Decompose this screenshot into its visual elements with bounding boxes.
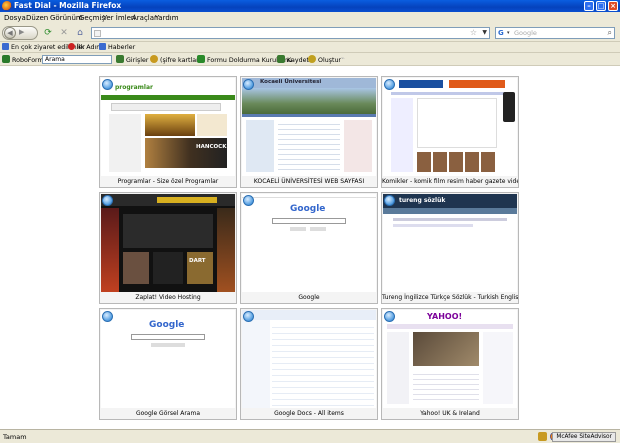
refresh-icon[interactable] bbox=[384, 311, 395, 322]
window-title: Fast Dial - Mozilla Firefox bbox=[14, 1, 122, 10]
passcard-icon bbox=[150, 55, 158, 63]
refresh-icon[interactable] bbox=[384, 79, 395, 90]
firefox-bookmark-icon bbox=[68, 43, 75, 50]
dial-label: Google bbox=[241, 292, 377, 303]
mcafee-siteadvisor-button[interactable]: McAfee SiteAdvisor bbox=[552, 432, 616, 442]
dart-banner: DART bbox=[189, 258, 206, 264]
status-text: Tamam bbox=[3, 433, 27, 441]
tureng-logo: tureng sözlük bbox=[399, 197, 446, 204]
bookmark-star-icon[interactable]: ☆ bbox=[470, 28, 477, 37]
minimize-button[interactable]: – bbox=[584, 1, 594, 11]
programlar-logo: programlar bbox=[115, 84, 153, 91]
dial-label: Google Docs - All items bbox=[241, 408, 377, 419]
roboform-menu[interactable]: RoboForm bbox=[2, 55, 44, 64]
thumbnail-yahoo: YAHOO! bbox=[383, 310, 517, 408]
reload-icon[interactable]: ⟳ bbox=[43, 28, 53, 38]
dial-label: Google Görsel Arama bbox=[100, 408, 236, 419]
refresh-icon[interactable] bbox=[243, 195, 254, 206]
dial-label: Yahoo! UK & Ireland bbox=[382, 408, 518, 419]
google-images-logo: Google bbox=[149, 320, 185, 330]
thumbnail-google-images: Google bbox=[101, 310, 235, 408]
search-icon[interactable]: ⌕ bbox=[608, 28, 612, 38]
thumbnail-komikler bbox=[383, 78, 517, 176]
thumbnail-google-docs bbox=[242, 310, 376, 408]
menu-yardim[interactable]: Yardım bbox=[155, 14, 179, 22]
addon-icon[interactable] bbox=[538, 432, 547, 441]
status-bar: Tamam McAfee SiteAdvisor bbox=[0, 429, 620, 443]
speed-dial-2[interactable]: Kocaeli Üniversitesi KOCAELİ ÜNİVERSİTES… bbox=[240, 76, 378, 188]
refresh-icon[interactable] bbox=[102, 311, 113, 322]
roboform-more-icon[interactable]: ⌁ bbox=[341, 55, 345, 62]
search-placeholder: Google bbox=[514, 29, 537, 37]
firefox-icon bbox=[2, 1, 12, 11]
speed-dial-8[interactable]: Google Docs - All items bbox=[240, 308, 378, 420]
close-button[interactable]: × bbox=[608, 1, 618, 11]
logins-icon bbox=[116, 55, 124, 63]
bookmarks-toolbar: En çok ziyaret edilenler İlk Adım Haberl… bbox=[0, 42, 620, 53]
maximize-button[interactable]: □ bbox=[596, 1, 606, 11]
url-bar[interactable]: ☆ ▼ bbox=[91, 27, 490, 39]
speed-dial-7[interactable]: Google Google Görsel Arama bbox=[99, 308, 237, 420]
speed-dial-6[interactable]: tureng sözlük Tureng İngilizce Türkçe Sö… bbox=[381, 192, 519, 304]
menu-dosya[interactable]: Dosya bbox=[4, 14, 26, 22]
menu-yer-imleri[interactable]: Yer İmleri bbox=[103, 14, 136, 22]
refresh-icon[interactable] bbox=[102, 79, 113, 90]
menu-gorunum[interactable]: Görünüm bbox=[50, 14, 83, 22]
menu-duzen[interactable]: Düzen bbox=[26, 14, 48, 22]
dial-label: Tureng İngilizce Türkçe Sözlük - Turkish… bbox=[382, 292, 518, 303]
rss-icon bbox=[99, 43, 106, 50]
hancock-banner: HANCOCK bbox=[196, 144, 227, 150]
fast-dial-page: programlar HANCOCK Programlar - Size öze… bbox=[0, 66, 620, 429]
save-icon bbox=[277, 55, 285, 63]
title-bar: Fast Dial - Mozilla Firefox – □ × bbox=[0, 0, 620, 12]
thumbnail-google: Google bbox=[242, 194, 376, 292]
menu-bar: Dosya Düzen Görünüm Geçmiş Yer İmleri Ar… bbox=[0, 12, 620, 24]
refresh-icon[interactable] bbox=[243, 79, 254, 90]
google-logo: Google bbox=[290, 204, 326, 214]
menu-gecmis[interactable]: Geçmiş bbox=[79, 14, 105, 22]
roboform-generate[interactable]: Oluştur bbox=[308, 55, 341, 64]
forward-button[interactable]: ▶ bbox=[19, 28, 24, 36]
roboform-logins[interactable]: Girişler ▾ bbox=[116, 55, 154, 64]
thumbnail-programlar: programlar HANCOCK bbox=[101, 78, 235, 176]
speed-dial-4[interactable]: DART Zaplat! Video Hosting bbox=[99, 192, 237, 304]
refresh-icon[interactable] bbox=[384, 195, 395, 206]
site-identity-icon[interactable] bbox=[94, 30, 101, 37]
refresh-icon[interactable] bbox=[243, 311, 254, 322]
speed-dial-1[interactable]: programlar HANCOCK Programlar - Size öze… bbox=[99, 76, 237, 188]
bookmark-news[interactable]: Haberler bbox=[99, 43, 135, 51]
kocaeli-title: Kocaeli Üniversitesi bbox=[260, 79, 322, 85]
speed-dial-9[interactable]: YAHOO! Yahoo! UK & Ireland bbox=[381, 308, 519, 420]
roboform-save[interactable]: Kaydet bbox=[277, 55, 309, 64]
roboform-search-input[interactable]: Arama bbox=[42, 55, 112, 64]
search-input[interactable]: G ▾ Google ⌕ bbox=[495, 27, 615, 39]
speed-dial-3[interactable]: Komikler - komik film resim haber gazete… bbox=[381, 76, 519, 188]
thumbnail-kocaeli: Kocaeli Üniversitesi bbox=[242, 78, 376, 176]
stop-icon[interactable]: ✕ bbox=[59, 28, 69, 38]
fill-forms-icon bbox=[197, 55, 205, 63]
dial-label: Komikler - komik film resim haber gazete… bbox=[382, 176, 518, 187]
dial-label: Programlar - Size özel Programlar bbox=[100, 176, 236, 187]
home-icon[interactable]: ⌂ bbox=[75, 28, 85, 38]
url-dropdown-icon[interactable]: ▼ bbox=[482, 29, 487, 36]
engine-dropdown-icon[interactable]: ▾ bbox=[507, 30, 510, 36]
yahoo-logo: YAHOO! bbox=[427, 312, 463, 321]
dial-label: Zaplat! Video Hosting bbox=[100, 292, 236, 303]
menu-araclar[interactable]: Araçlar bbox=[132, 14, 157, 22]
back-button[interactable]: ◀ bbox=[4, 27, 16, 39]
refresh-icon[interactable] bbox=[102, 195, 113, 206]
navigation-toolbar: ◀ ▶ ⟳ ✕ ⌂ ☆ ▼ G ▾ Google ⌕ bbox=[0, 24, 620, 42]
roboform-passcards[interactable]: (şifre kartları) bbox=[150, 55, 203, 64]
speed-dial-5[interactable]: Google Google bbox=[240, 192, 378, 304]
dial-label: KOCAELİ ÜNİVERSİTESİ WEB SAYFASI bbox=[241, 176, 377, 187]
roboform-toolbar: RoboForm Arama Girişler ▾ (şifre kartlar… bbox=[0, 53, 620, 66]
roboform-icon bbox=[2, 55, 10, 63]
generate-icon bbox=[308, 55, 316, 63]
google-engine-icon[interactable]: G bbox=[498, 29, 507, 38]
back-forward-buttons: ◀ ▶ bbox=[2, 26, 38, 40]
thumbnail-zaplat: DART bbox=[101, 194, 235, 292]
thumbnail-tureng: tureng sözlük bbox=[383, 194, 517, 292]
bookmark-folder-icon bbox=[2, 43, 9, 50]
bookmark-getting-started[interactable]: İlk Adım bbox=[68, 43, 102, 51]
